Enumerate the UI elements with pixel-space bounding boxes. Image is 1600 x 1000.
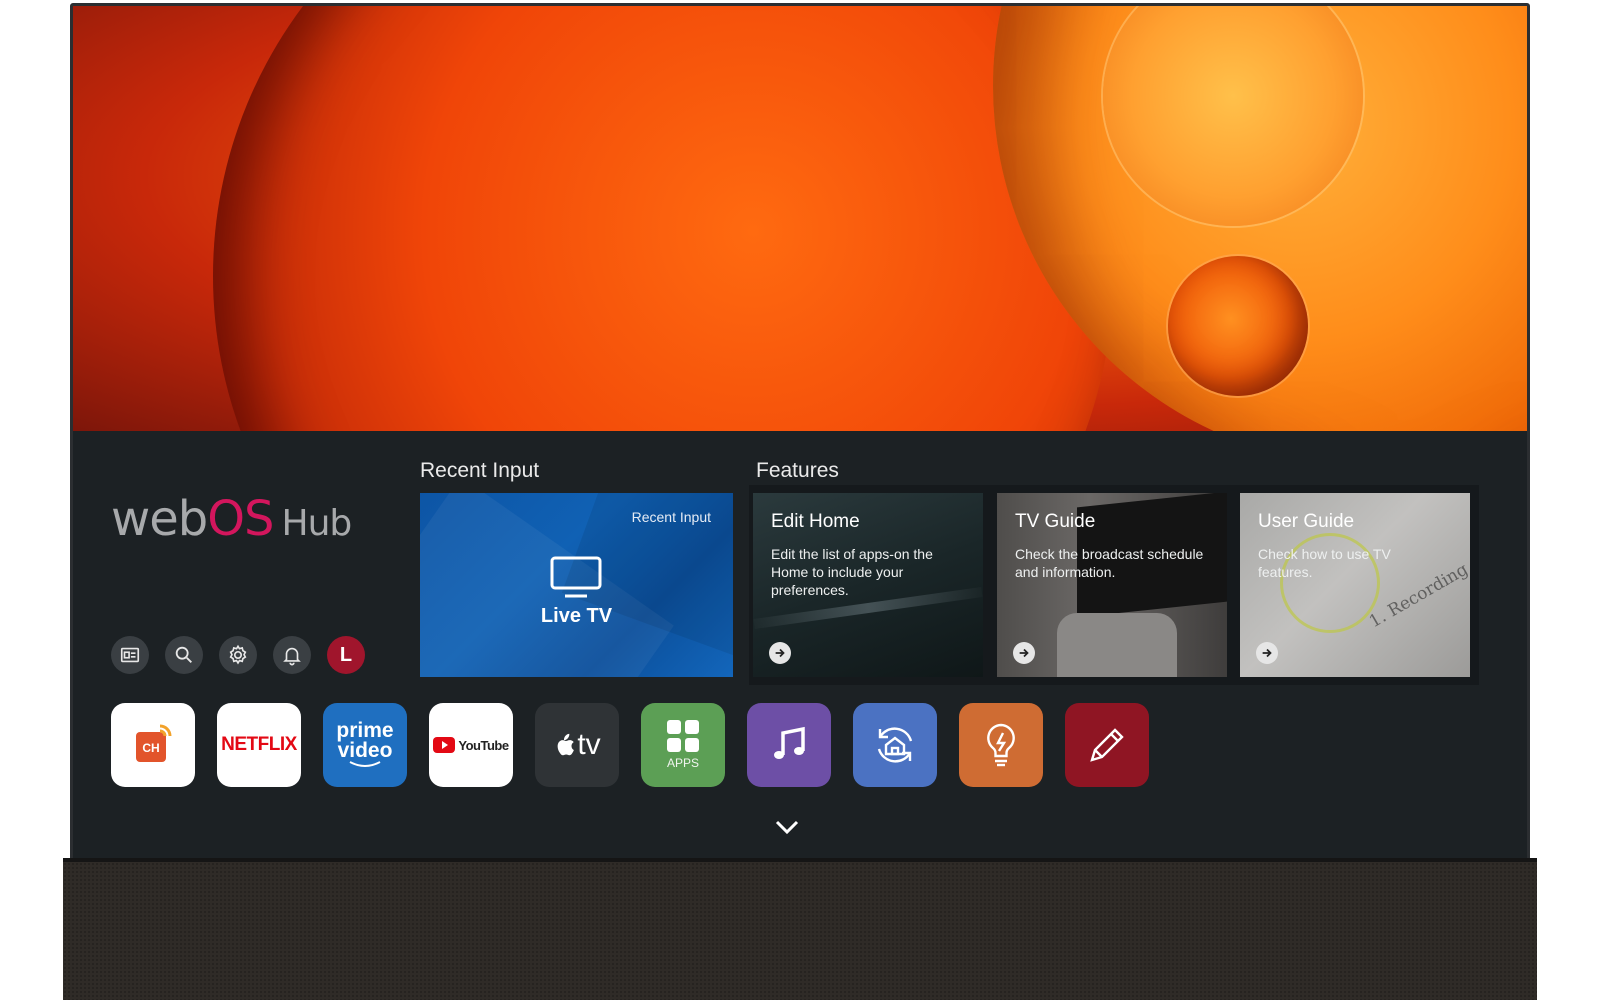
- youtube-app-tile[interactable]: YouTube: [429, 703, 513, 787]
- home-sync-icon: [877, 727, 913, 763]
- lightbulb-icon: [987, 723, 1015, 767]
- webos-hub-logo: webOS Hub: [111, 491, 352, 547]
- youtube-logo: YouTube: [433, 737, 509, 753]
- netflix-logo: NETFLIX: [221, 734, 297, 755]
- music-app-tile[interactable]: [747, 703, 831, 787]
- recent-input-label: Recent Input: [631, 509, 711, 525]
- edit-home-card[interactable]: Edit Home Edit the list of apps-on the H…: [753, 493, 983, 677]
- input-icon[interactable]: [111, 636, 149, 674]
- live-tv-label: Live TV: [540, 605, 613, 627]
- arrow-right-icon: [769, 642, 791, 664]
- notification-icon[interactable]: [273, 636, 311, 674]
- tv-guide-card[interactable]: TV Guide Check the broadcast schedule an…: [997, 493, 1227, 677]
- home-dashboard-app-tile[interactable]: [853, 703, 937, 787]
- settings-icon[interactable]: [219, 636, 257, 674]
- tips-app-tile[interactable]: [959, 703, 1043, 787]
- feature-title: TV Guide: [1015, 511, 1096, 532]
- channel-app-tile[interactable]: CH: [111, 703, 195, 787]
- search-icon[interactable]: [165, 636, 203, 674]
- apple-tv-logo: tv: [553, 728, 601, 762]
- arrow-right-icon: [1013, 642, 1035, 664]
- apps-row: CH NETFLIX prime video YouTube tv APPS: [111, 703, 1149, 787]
- netflix-app-tile[interactable]: NETFLIX: [217, 703, 301, 787]
- feature-description: Check how to use TV features.: [1258, 546, 1391, 580]
- arrow-right-icon: [1256, 642, 1278, 664]
- wallpaper-image: [73, 6, 1527, 431]
- svg-text:CH: CH: [142, 741, 159, 755]
- features-heading: Features: [756, 459, 839, 482]
- music-note-icon: [774, 726, 805, 759]
- channel-icon: CH: [136, 724, 172, 762]
- apps-label: APPS: [666, 756, 699, 770]
- apps-grid-icon: [667, 720, 699, 752]
- live-tv-card[interactable]: Recent Input Live TV: [420, 493, 733, 677]
- apple-tv-app-tile[interactable]: tv: [535, 703, 619, 787]
- tv-screen: webOS Hub L Recent Input Recent Input Liv…: [70, 3, 1530, 863]
- features-row: Edit Home Edit the list of apps-on the H…: [749, 485, 1479, 685]
- all-apps-tile[interactable]: APPS: [641, 703, 725, 787]
- recent-input-heading: Recent Input: [420, 459, 540, 482]
- feature-title: User Guide: [1258, 511, 1355, 532]
- edit-home-app-tile[interactable]: [1065, 703, 1149, 787]
- prime-video-logo: prime video: [336, 719, 394, 762]
- prime-video-app-tile[interactable]: prime video: [323, 703, 407, 787]
- profile-avatar[interactable]: L: [327, 636, 365, 674]
- apple-icon: [557, 733, 575, 756]
- feature-title: Edit Home: [771, 511, 860, 532]
- feature-description: Check the broadcast schedule and informa…: [1015, 546, 1204, 580]
- chevron-down-icon[interactable]: [773, 817, 801, 837]
- pencil-icon: [1090, 728, 1124, 762]
- quick-actions-bar: L: [111, 636, 365, 674]
- feature-description: Edit the list of apps-on the Home to inc…: [771, 546, 933, 598]
- tv-stand-soundbar: [63, 862, 1537, 1000]
- smile-arrow-icon: [349, 761, 381, 767]
- tv-icon: [550, 556, 602, 598]
- user-guide-card[interactable]: 1. Recording great User Guide Check how …: [1240, 493, 1470, 677]
- home-launcher-panel: webOS Hub L Recent Input Recent Input Liv…: [73, 431, 1527, 860]
